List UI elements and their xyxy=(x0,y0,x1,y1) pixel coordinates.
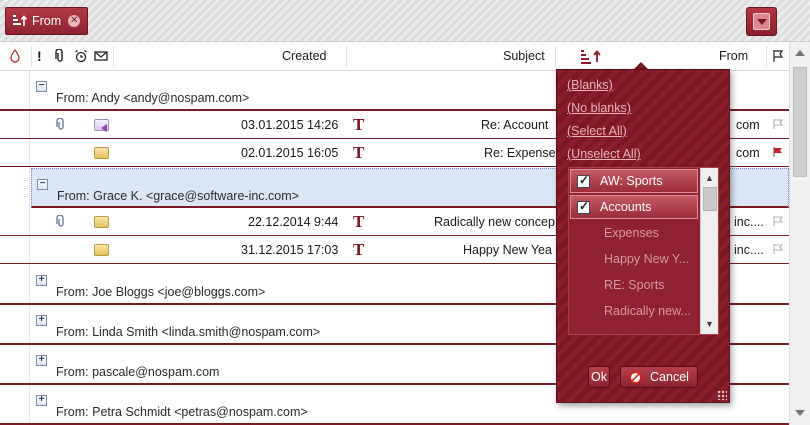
from-column-header[interactable]: From xyxy=(719,42,748,70)
flag-outline-icon[interactable] xyxy=(772,243,784,255)
scrollbar-thumb[interactable] xyxy=(793,67,807,177)
filter-item[interactable]: Radically new... xyxy=(570,299,698,323)
from-cell: com xyxy=(736,117,760,132)
checkbox-checked-icon[interactable] xyxy=(577,173,590,188)
subject-cell: Re: Account xyxy=(481,117,549,132)
group-chip-from[interactable]: From ✕ xyxy=(5,7,88,35)
group-by-panel: From ✕ xyxy=(0,0,810,42)
checkbox-checked-icon[interactable] xyxy=(577,199,590,214)
chevron-down-icon[interactable]: ▼ xyxy=(705,319,714,329)
reminder-column-header[interactable] xyxy=(74,42,88,70)
filter-scrollbar-thumb[interactable] xyxy=(703,187,717,211)
remove-group-icon[interactable]: ✕ xyxy=(68,15,81,27)
filter-item-label: Radically new... xyxy=(604,304,691,318)
filter-item[interactable]: RE: Sports xyxy=(570,273,698,297)
from-cell: com xyxy=(736,145,760,160)
expand-toggle-icon[interactable]: + xyxy=(36,275,47,286)
water-drop-icon xyxy=(10,49,20,63)
collapse-toggle-icon[interactable]: − xyxy=(36,81,47,92)
open-envelope-icon xyxy=(94,244,109,256)
group-label: From: Linda Smith <linda.smith@nospam.co… xyxy=(56,325,321,339)
subject-cell: Radically new concep xyxy=(434,214,555,229)
column-header-row: ! Created Subject From xyxy=(0,42,789,71)
group-panel-dropdown-button[interactable] xyxy=(746,7,777,36)
subject-column-header[interactable]: Subject xyxy=(503,42,545,70)
sort-descending-icon xyxy=(13,15,28,26)
alarm-clock-icon xyxy=(75,49,87,63)
flag-icon xyxy=(773,50,784,62)
created-column-header[interactable]: Created xyxy=(282,42,326,70)
created-cell: 02.01.2015 16:05 xyxy=(241,145,339,160)
group-label: From: Joe Bloggs <joe@bloggs.com> xyxy=(56,285,266,299)
created-cell: 22.12.2014 9:44 xyxy=(248,214,339,229)
subject-cell: Happy New Yea xyxy=(463,242,552,257)
filter-values-list[interactable]: AW: Sports Accounts Expenses Happy New Y… xyxy=(568,167,719,335)
attachment-column-header[interactable] xyxy=(55,42,65,70)
filter-item[interactable]: Accounts xyxy=(570,195,698,219)
filter-no-blanks-link[interactable]: (No blanks) xyxy=(567,101,631,115)
scroll-up-arrow-icon[interactable] xyxy=(795,50,805,56)
text-format-icon: T xyxy=(353,211,365,231)
group-label: From: Andy <andy@nospam.com> xyxy=(56,91,250,105)
open-envelope-icon xyxy=(94,216,109,228)
reply-arrow-icon xyxy=(101,124,107,132)
created-cell: 31.12.2015 17:03 xyxy=(241,242,339,257)
scroll-down-arrow-icon[interactable] xyxy=(795,410,805,416)
resize-grip-icon[interactable] xyxy=(717,390,727,400)
filter-item-label: RE: Sports xyxy=(604,278,665,292)
filter-item-label: Expenses xyxy=(604,226,659,240)
paperclip-icon xyxy=(56,215,64,227)
chevron-up-icon[interactable]: ▲ xyxy=(705,173,714,183)
filter-item[interactable]: AW: Sports xyxy=(570,169,698,193)
vertical-scrollbar[interactable] xyxy=(789,42,810,425)
from-sort-icon-header[interactable] xyxy=(580,42,602,70)
group-chip-label: From xyxy=(32,14,62,28)
from-cell: inc.... xyxy=(734,242,764,257)
cancel-button-label: Cancel xyxy=(650,370,689,384)
created-cell: 03.01.2015 14:26 xyxy=(241,117,339,132)
flag-outline-icon[interactable] xyxy=(772,215,784,227)
from-cell: inc.... xyxy=(734,214,764,229)
filter-item-label: AW: Sports xyxy=(600,174,663,188)
expand-toggle-icon[interactable]: + xyxy=(36,315,47,326)
filter-popup: (Blanks) (No blanks) (Select All) (Unsel… xyxy=(556,69,730,403)
read-status-column-header[interactable] xyxy=(94,42,108,70)
text-format-icon: T xyxy=(353,142,365,162)
chevron-down-icon xyxy=(753,13,770,30)
priority-column-header[interactable]: ! xyxy=(37,42,42,70)
filter-item[interactable]: Expenses xyxy=(570,221,698,245)
ok-button[interactable]: Ok xyxy=(588,366,610,388)
open-envelope-icon xyxy=(94,147,109,159)
filter-list-scrollbar[interactable]: ▲ ▼ xyxy=(700,168,718,334)
flag-column-header[interactable] xyxy=(772,42,784,70)
filter-item[interactable]: Happy New Y... xyxy=(570,247,698,271)
expand-toggle-icon[interactable]: + xyxy=(36,355,47,366)
flag-outline-icon[interactable] xyxy=(772,118,784,130)
filter-select-all-link[interactable]: (Select All) xyxy=(567,124,627,138)
expand-toggle-icon[interactable]: + xyxy=(36,395,47,406)
envelope-icon xyxy=(94,51,108,61)
text-format-icon: T xyxy=(353,239,365,259)
group-label: From: pascale@nospam.com xyxy=(56,365,220,379)
cancel-icon xyxy=(629,370,642,384)
text-format-icon: T xyxy=(353,114,365,134)
filter-item-label: Accounts xyxy=(600,200,652,214)
flag-red-icon[interactable] xyxy=(772,146,784,158)
filter-item-label: Happy New Y... xyxy=(604,252,690,266)
filter-blanks-link[interactable]: (Blanks) xyxy=(567,78,613,92)
subject-cell: Re: Expense xyxy=(484,145,556,160)
importance-column-header[interactable] xyxy=(9,42,21,70)
paperclip-icon xyxy=(55,49,63,62)
group-label: From: Petra Schmidt <petras@nospam.com> xyxy=(56,405,308,419)
paperclip-icon xyxy=(56,118,64,130)
sort-descending-icon xyxy=(581,50,601,64)
collapse-toggle-icon[interactable]: − xyxy=(37,179,48,190)
cancel-button[interactable]: Cancel xyxy=(620,366,698,388)
filter-unselect-all-link[interactable]: (Unselect All) xyxy=(567,147,641,161)
group-label: From: Grace K. <grace@software-inc.com> xyxy=(57,189,299,203)
